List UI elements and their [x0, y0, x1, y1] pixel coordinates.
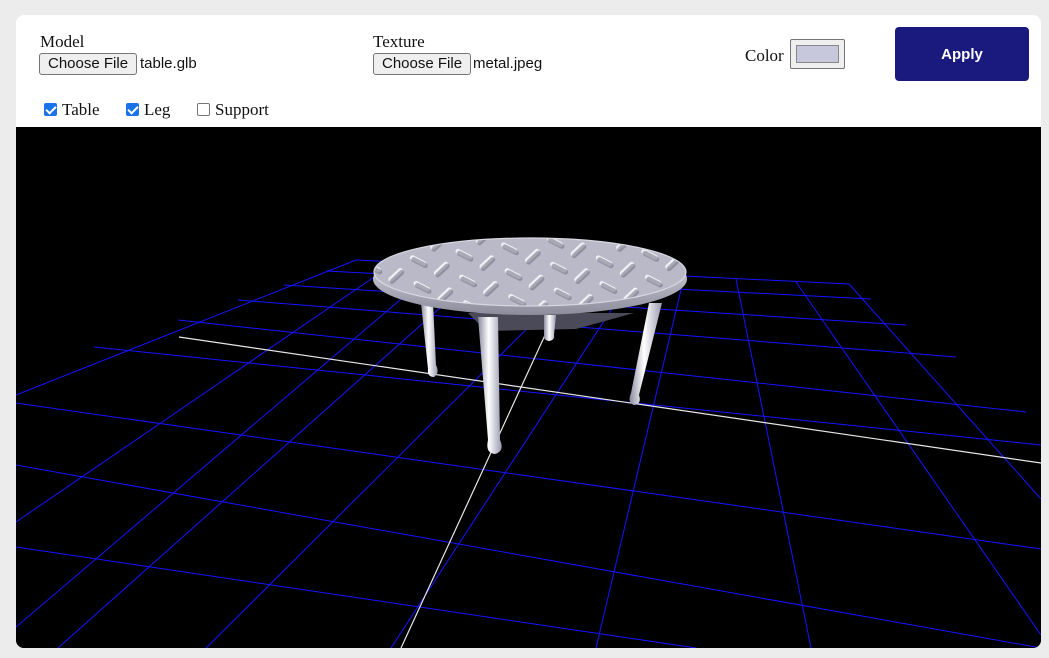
- texture-file-name: metal.jpeg: [473, 55, 543, 72]
- 3d-scene: [16, 127, 1041, 648]
- model-label: Model: [40, 32, 85, 51]
- texture-label: Texture: [373, 32, 425, 51]
- table-checkbox[interactable]: [44, 103, 57, 116]
- color-label: Color: [745, 46, 784, 65]
- color-picker[interactable]: [790, 39, 845, 69]
- table-checkbox-label[interactable]: Table: [62, 100, 100, 120]
- apply-button[interactable]: Apply: [895, 27, 1029, 81]
- model-choose-file-button[interactable]: Choose File: [39, 53, 138, 75]
- app-panel: Model Choose File table.glb Texture Choo…: [16, 15, 1041, 648]
- 3d-viewport[interactable]: [16, 127, 1041, 648]
- leg-checkbox[interactable]: [126, 103, 139, 116]
- support-checkbox-label[interactable]: Support: [215, 100, 269, 120]
- model-file-name: table.glb: [140, 55, 197, 72]
- support-checkbox[interactable]: [197, 103, 210, 116]
- leg-checkbox-label[interactable]: Leg: [144, 100, 170, 120]
- texture-choose-file-button[interactable]: Choose File: [373, 53, 472, 75]
- color-swatch: [796, 45, 839, 63]
